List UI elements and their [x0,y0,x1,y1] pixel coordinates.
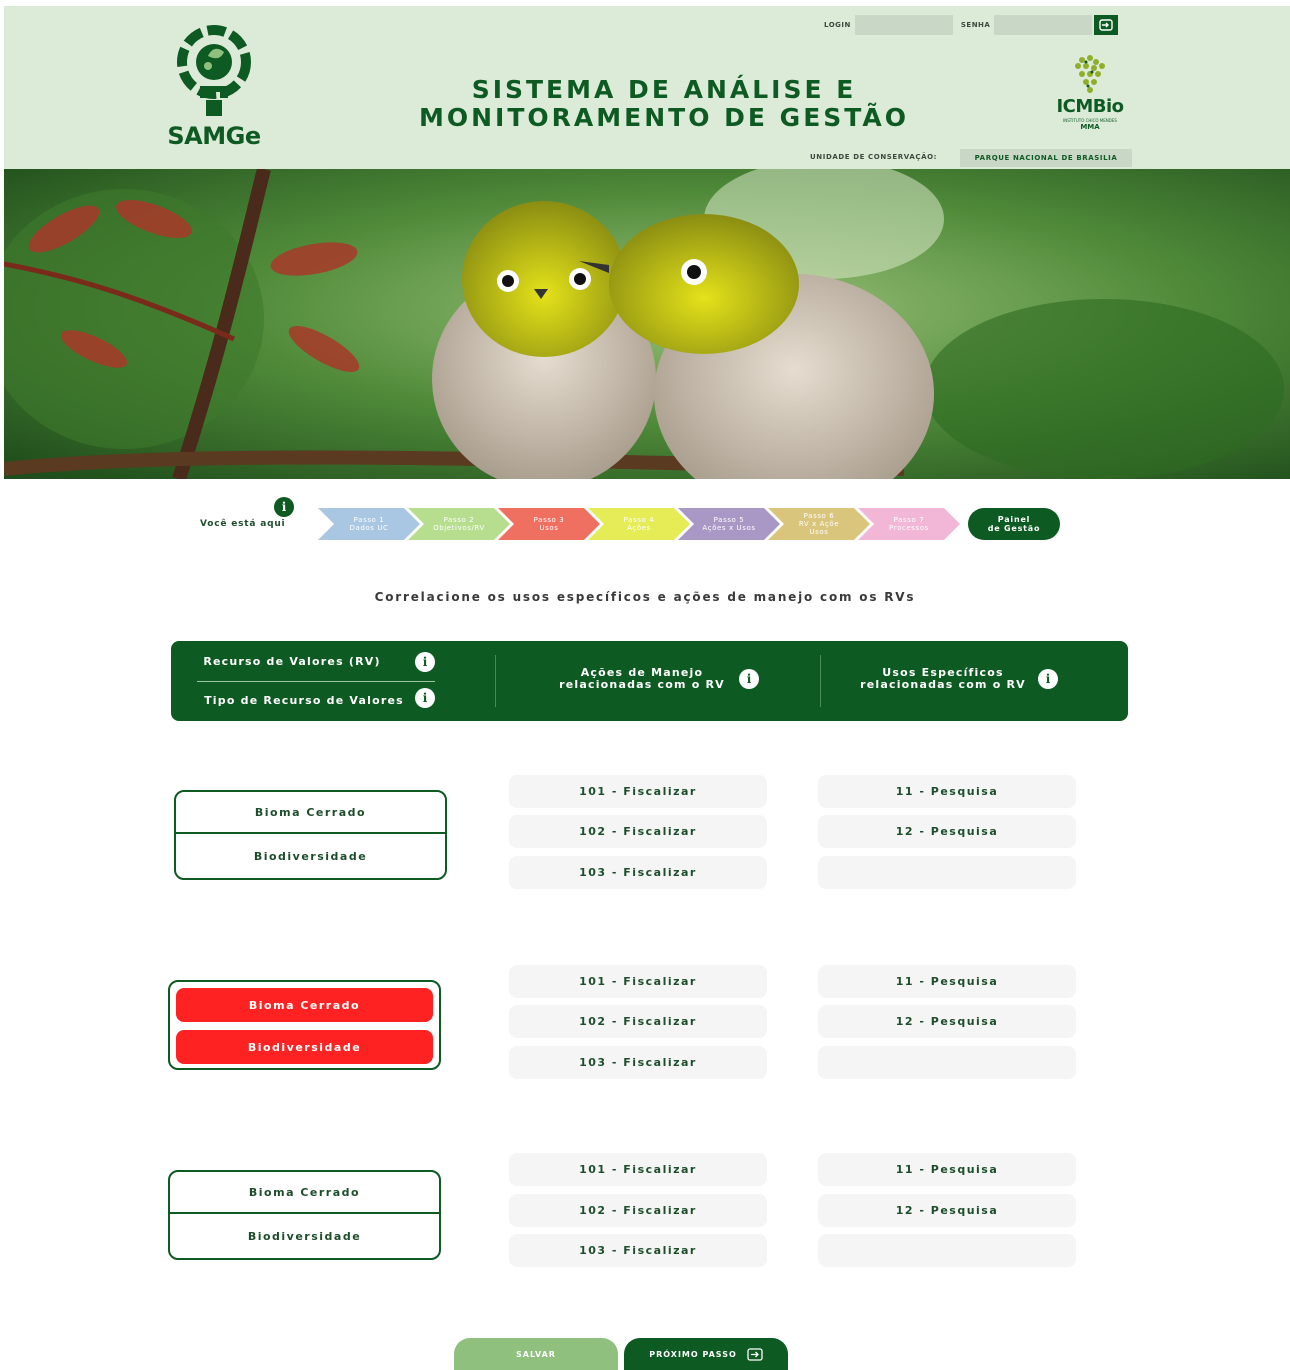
uso-item[interactable]: 11 - Pesquisa [818,775,1076,808]
uso-item-empty[interactable] [818,1234,1076,1267]
step-1-line-1: Passo 1 [353,516,385,524]
login-input[interactable] [854,15,953,35]
rv-type[interactable]: Biodiversidade [176,835,445,877]
rv-name-highlighted[interactable]: Bioma Cerrado [176,988,433,1022]
step-3-line-1: Passo 3 [533,516,565,524]
step-1[interactable]: Passo 1 Dados UC [318,508,420,540]
th-usos: Usos Específicos relacionadas com o RV [853,667,1033,691]
usos-info-icon[interactable]: i [1038,669,1058,689]
uso-item[interactable]: 12 - Pesquisa [818,1194,1076,1227]
hero-banner [4,169,1290,479]
acao-item[interactable]: 103 - Fiscalizar [509,1234,767,1267]
painel-gestao-button[interactable]: Painel de Gestão [968,508,1060,540]
next-step-label: PRÓXIMO PASSO [649,1349,737,1359]
step-4[interactable]: Passo 4 Ações [588,508,690,540]
uso-item[interactable]: 12 - Pesquisa [818,1005,1076,1038]
step-2-line-2: Objetivos/RV [433,524,485,532]
step-6-line-2: RV x Açõe [798,520,840,528]
acao-item[interactable]: 101 - Fiscalizar [509,1153,767,1186]
th-acoes: Ações de Manejo relacionadas com o RV [547,667,737,691]
step-2-line-1: Passo 2 [443,516,475,524]
step-5-line-2: Ações x Usos [702,524,756,532]
next-step-button[interactable]: PRÓXIMO PASSO [624,1338,788,1370]
samge-logo[interactable]: SAMGe [164,22,264,162]
step-6-line-3: Usos [809,528,829,536]
rv-name[interactable]: Bioma Cerrado [176,792,445,834]
acoes-info-icon[interactable]: i [739,669,759,689]
step-5[interactable]: Passo 5 Ações x Usos [678,508,780,540]
samge-emblem-icon [177,25,251,116]
step-7[interactable]: Passo 7 Processos [858,508,960,540]
step-4-line-1: Passo 4 [623,516,655,524]
rv-card-2-selected[interactable]: Bioma Cerrado Biodiversidade [168,980,441,1070]
acao-item[interactable]: 103 - Fiscalizar [509,856,767,889]
table-header: Recurso de Valores (RV) i Tipo de Recurs… [171,641,1128,721]
rv-info-icon[interactable]: i [415,652,435,672]
acao-item[interactable]: 102 - Fiscalizar [509,1005,767,1038]
step-6[interactable]: Passo 6 RV x Açõe Usos [768,508,870,540]
th-divider [197,681,435,682]
icmbio-logo[interactable]: ICMBio INSTITUTO CHICO MENDES MMA [1048,52,1132,132]
uso-item-empty[interactable] [818,856,1076,889]
title-line-2: MONITORAMENTO DE GESTÃO [419,103,909,132]
step-7-line-2: Processos [889,524,929,532]
rv-card-3[interactable]: Bioma Cerrado Biodiversidade [168,1170,441,1260]
uso-item[interactable]: 11 - Pesquisa [818,965,1076,998]
site-header: SAMGe SISTEMA DE ANÁLISE E MONITORAMENTO… [4,6,1290,169]
uso-item[interactable]: 12 - Pesquisa [818,815,1076,848]
you-are-here-label: Você está aqui [200,519,286,529]
th-usos-line-2: relacionadas com o RV [860,678,1026,691]
uc-label: UNIDADE DE CONSERVAÇÃO: [810,153,938,161]
login-label: LOGIN [824,21,851,29]
icmbio-text: ICMBio [1056,96,1124,117]
step-3[interactable]: Passo 3 Usos [498,508,600,540]
save-button[interactable]: SALVAR [454,1338,618,1370]
uso-item-empty[interactable] [818,1046,1076,1079]
mma-text: MMA [1080,123,1100,131]
th-rv: Recurso de Valores (RV) [203,655,381,668]
th-col-divider-2 [820,655,821,707]
uc-value: PARQUE NACIONAL DE BRASILIA [960,149,1132,167]
rv-name[interactable]: Bioma Cerrado [170,1172,439,1214]
step-4-line-2: Ações [627,524,651,532]
senha-label: SENHA [960,21,991,29]
acao-item[interactable]: 102 - Fiscalizar [509,1194,767,1227]
login-submit-button[interactable] [1094,15,1119,35]
rv-card-1[interactable]: Bioma Cerrado Biodiversidade [174,790,447,880]
title-line-1: SISTEMA DE ANÁLISE E [471,75,857,104]
arrow-right-icon [747,1347,763,1361]
th-col-divider-1 [495,655,496,707]
step-5-line-1: Passo 5 [713,516,745,524]
step-3-line-2: Usos [539,524,559,532]
instructions-text: Correlacione os usos específicos e ações… [374,590,916,604]
painel-line-2: de Gestão [987,524,1041,533]
rv-type-highlighted[interactable]: Biodiversidade [176,1030,433,1064]
th-tipo: Tipo de Recurso de Valores [204,694,404,707]
senha-input[interactable] [994,15,1093,35]
painel-line-1: Painel [997,515,1031,524]
rv-type[interactable]: Biodiversidade [170,1215,439,1257]
birds-photo [4,169,1290,479]
step-7-line-1: Passo 7 [893,516,925,524]
page-title: SISTEMA DE ANÁLISE E MONITORAMENTO DE GE… [394,76,934,132]
acao-item[interactable]: 103 - Fiscalizar [509,1046,767,1079]
step-2[interactable]: Passo 2 Objetivos/RV [408,508,510,540]
tipo-info-icon[interactable]: i [415,688,435,708]
acao-item[interactable]: 102 - Fiscalizar [509,815,767,848]
th-acoes-line-2: relacionadas com o RV [559,678,725,691]
steps-info-icon[interactable]: i [274,497,294,517]
brazil-map-icon [1075,55,1105,93]
login-arrow-icon [1099,19,1114,31]
acao-item[interactable]: 101 - Fiscalizar [509,965,767,998]
samge-logo-text: SAMGe [167,122,261,150]
step-1-line-2: Dados UC [349,524,389,532]
acao-item[interactable]: 101 - Fiscalizar [509,775,767,808]
uso-item[interactable]: 11 - Pesquisa [818,1153,1076,1186]
login-area: LOGIN SENHA [824,14,1119,36]
step-6-line-1: Passo 6 [803,512,835,520]
